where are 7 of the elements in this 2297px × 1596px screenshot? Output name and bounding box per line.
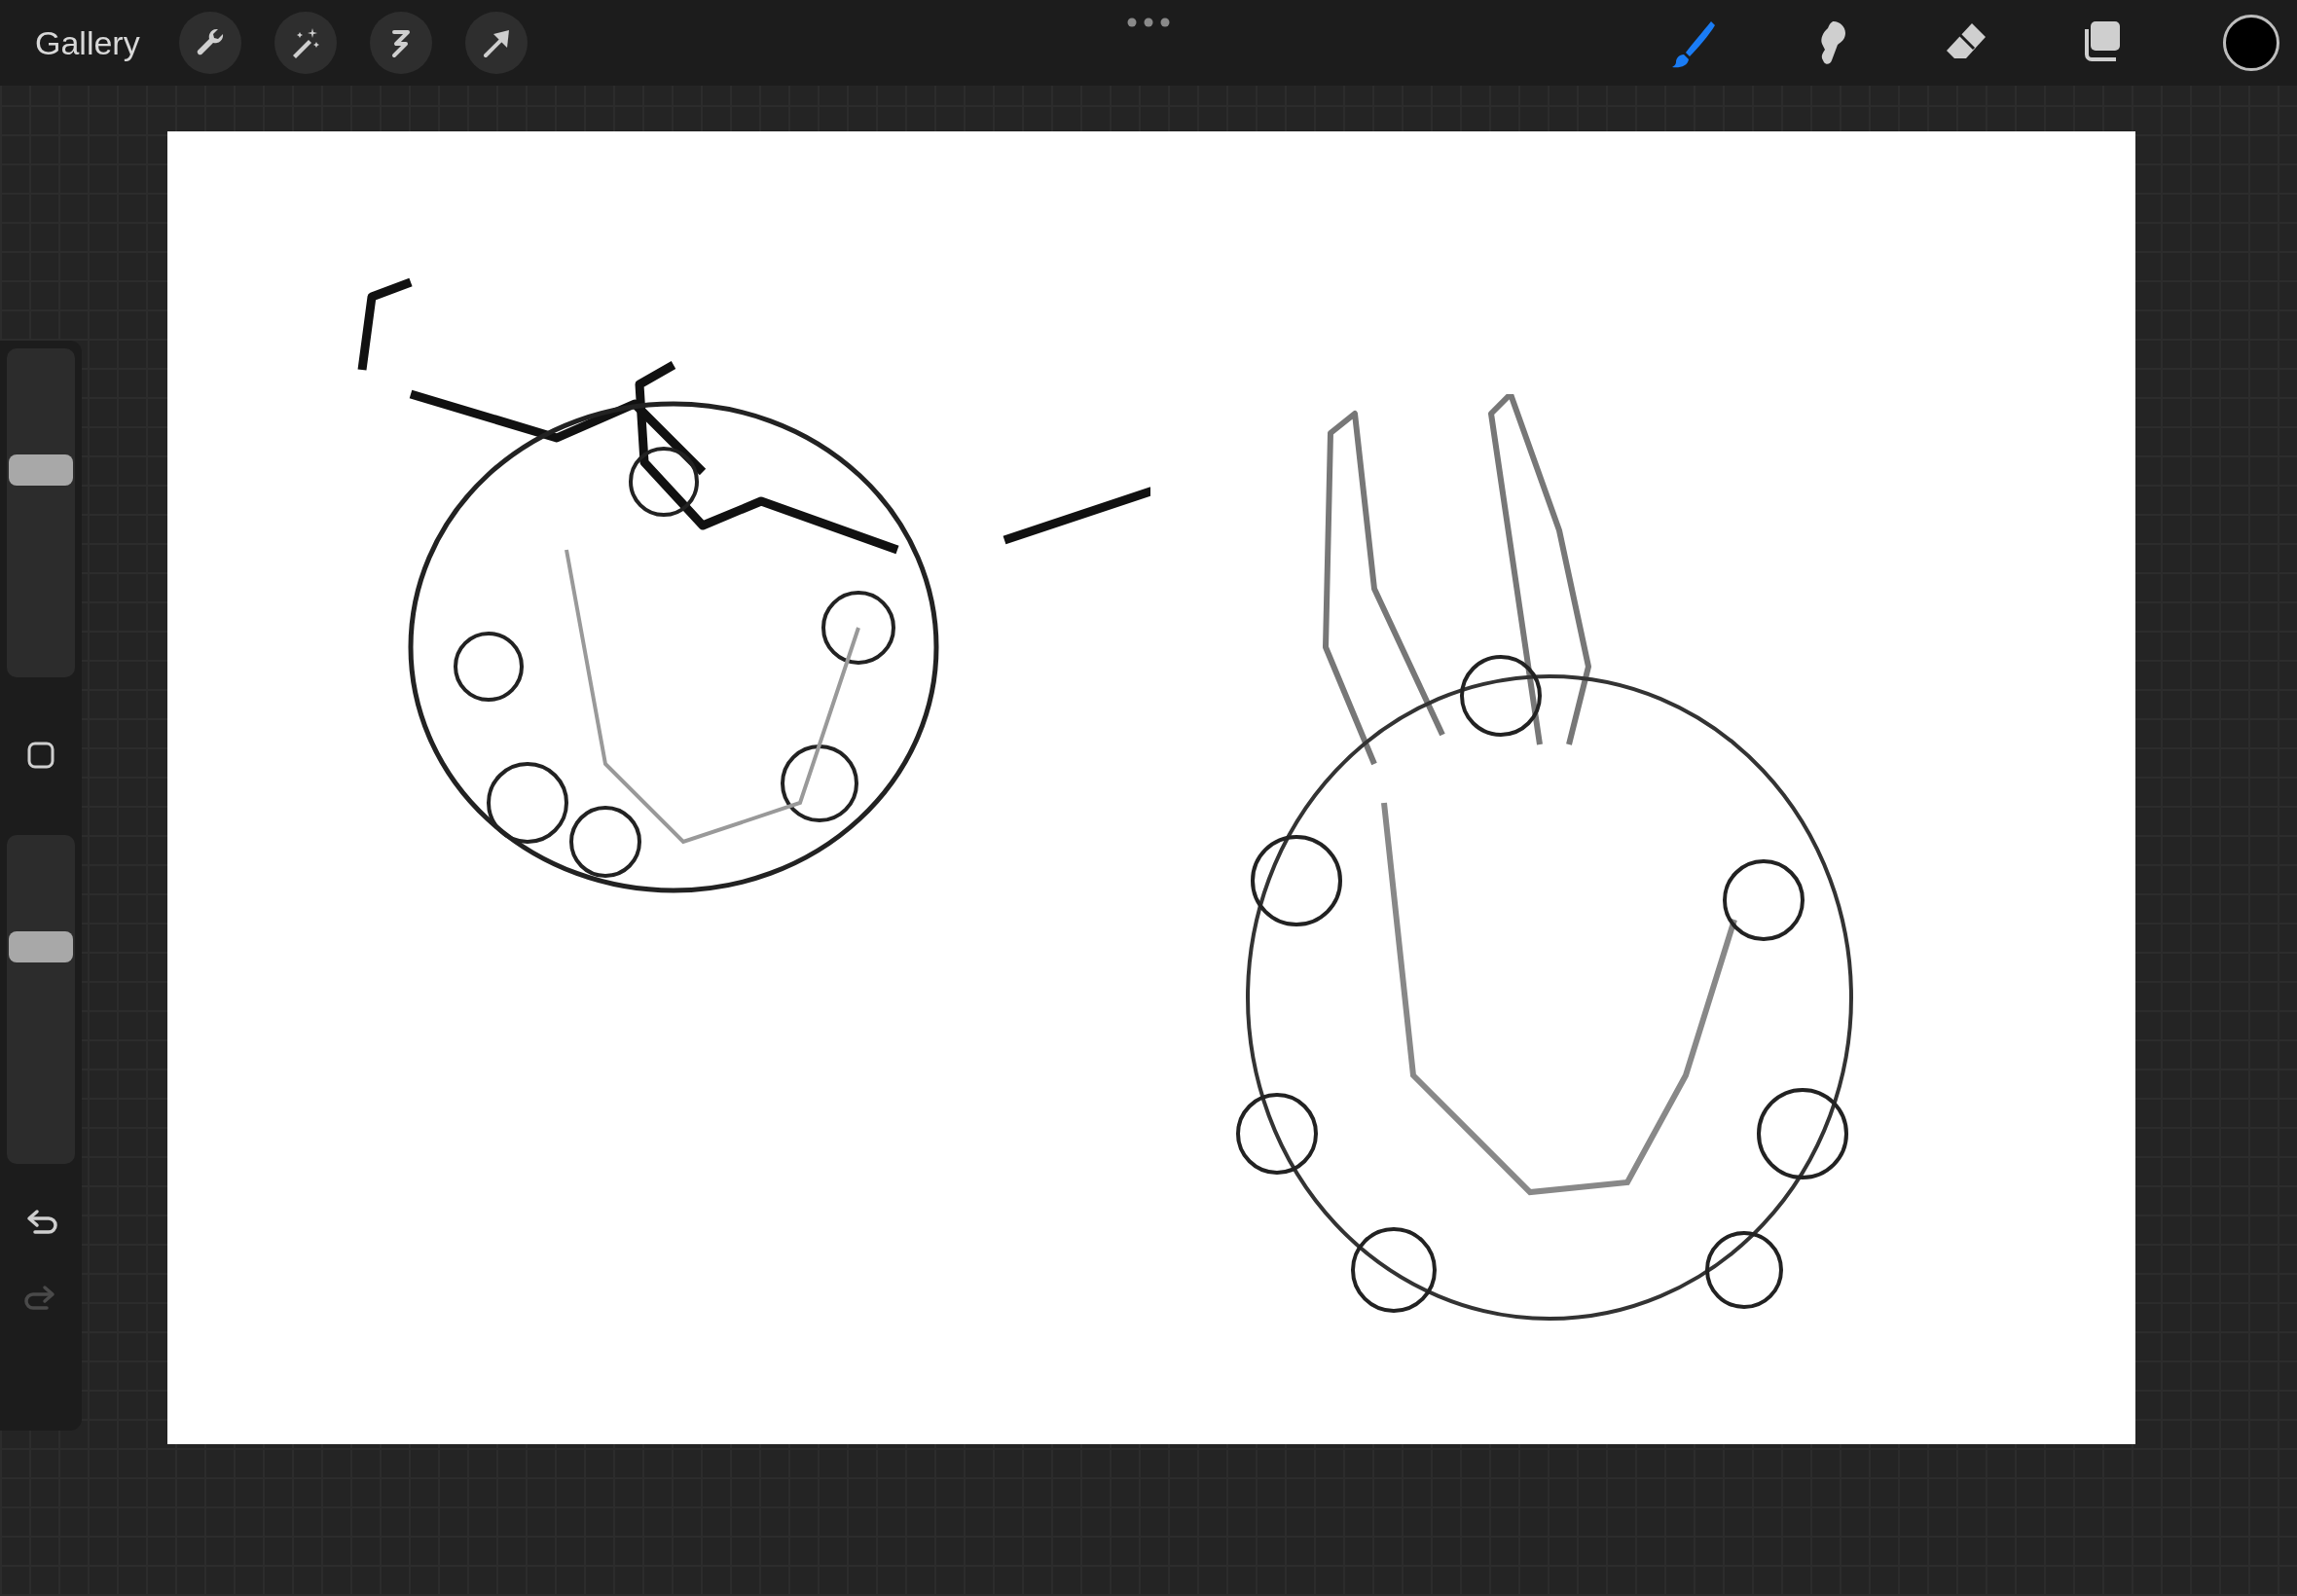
- gallery-link[interactable]: Gallery: [35, 23, 140, 62]
- more-dots-icon[interactable]: [1127, 18, 1170, 27]
- slider-thumb[interactable]: [9, 454, 73, 487]
- slider-thumb[interactable]: [9, 930, 73, 962]
- opacity-slider[interactable]: [7, 835, 75, 1164]
- brush-size-slider[interactable]: [7, 348, 75, 677]
- color-swatch[interactable]: [2223, 15, 2279, 71]
